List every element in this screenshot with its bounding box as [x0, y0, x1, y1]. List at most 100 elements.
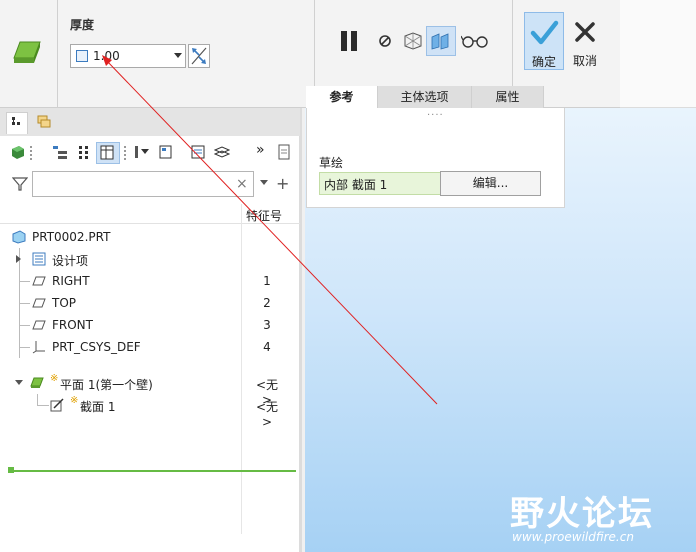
- tree-item-label: RIGHT: [52, 274, 90, 288]
- tree-item-label: FRONT: [52, 318, 93, 332]
- no-preview-button[interactable]: [370, 26, 400, 56]
- tree-item-label: 设计项: [52, 254, 89, 268]
- clear-icon[interactable]: ×: [236, 176, 248, 192]
- tree-item-right[interactable]: RIGHT 1: [0, 270, 300, 292]
- part-icon[interactable]: [10, 144, 26, 160]
- tree-item-front[interactable]: FRONT 3: [0, 314, 300, 336]
- sketch-icon: [50, 398, 64, 412]
- tree-item-label: 平面 1(第一个壁): [60, 378, 153, 392]
- tree-item-flat-wall[interactable]: ※ 平面 1(第一个壁) <无>: [0, 372, 300, 407]
- checkmark-icon: [530, 20, 559, 45]
- dashboard-tabs: 参考 主体选项 属性: [306, 86, 544, 108]
- feature-number: 1: [263, 274, 271, 288]
- close-icon: [575, 22, 595, 42]
- tab-body-options[interactable]: 主体选项: [378, 86, 472, 108]
- chevron-down-icon[interactable]: [174, 53, 182, 58]
- mesh-preview-icon: [404, 32, 422, 50]
- feature-preview-icon: [431, 33, 449, 50]
- tree-item-top[interactable]: TOP 2: [0, 292, 300, 314]
- list-icon: [32, 252, 46, 266]
- chevron-down-icon[interactable]: [260, 180, 268, 185]
- tree-item-csys[interactable]: PRT_CSYS_DEF 4: [0, 336, 300, 358]
- feature-number: 4: [263, 340, 271, 354]
- feature-number: 3: [263, 318, 271, 332]
- thickness-value: 1.00: [93, 49, 120, 63]
- layers-icon: [37, 115, 51, 128]
- new-feature-marker: ※: [50, 373, 59, 384]
- settings-list-icon[interactable]: [158, 144, 174, 160]
- pause-icon: [351, 31, 357, 51]
- verify-button[interactable]: [460, 26, 490, 56]
- ribbon-separator: [314, 0, 315, 86]
- collapse-icon[interactable]: [15, 380, 23, 385]
- feature-number: <无>: [255, 400, 279, 429]
- flat-wall-icon: [30, 377, 44, 388]
- sketch-collector[interactable]: 内部 截面 1: [319, 172, 441, 195]
- flip-thickness-button[interactable]: [188, 44, 210, 68]
- tab-references[interactable]: 参考: [306, 86, 378, 108]
- tree-item-label: PRT_CSYS_DEF: [52, 340, 141, 354]
- pause-button[interactable]: [334, 26, 364, 56]
- table-icon: [100, 145, 114, 160]
- layer-stack-icon[interactable]: [214, 144, 230, 160]
- tree-line: [20, 303, 30, 304]
- tree-toolbar: »: [0, 140, 300, 166]
- geometry-preview-button[interactable]: [398, 26, 428, 56]
- glasses-icon: [461, 35, 488, 48]
- tab-model-tree[interactable]: [6, 112, 28, 134]
- tab-layer-tree[interactable]: [34, 112, 56, 134]
- watermark-logo: 野火论坛: [510, 494, 654, 534]
- tree-item-section[interactable]: ※ 截面 1 <无>: [0, 394, 300, 429]
- document-icon[interactable]: [276, 144, 292, 160]
- ok-label: 确定: [531, 55, 556, 69]
- flat-wall-icon: [13, 41, 41, 63]
- tree-search-input[interactable]: [32, 171, 254, 197]
- more-tools-icon[interactable]: »: [256, 142, 265, 158]
- sketch-label: 草绘: [319, 156, 344, 170]
- datum-plane-icon: [32, 298, 46, 308]
- datum-plane-icon: [32, 320, 46, 330]
- feature-number-header[interactable]: 特征号: [246, 207, 282, 224]
- coordinate-system-icon: [32, 341, 45, 354]
- tree-item-design-items[interactable]: 设计项: [0, 248, 300, 270]
- thickness-input[interactable]: 1.00: [70, 44, 186, 68]
- ok-button[interactable]: 确定: [524, 12, 564, 70]
- references-panel: ···· 草绘 内部 截面 1 编辑...: [306, 108, 565, 208]
- show-filter-icon[interactable]: [134, 144, 150, 160]
- tree-columns-button[interactable]: [96, 142, 120, 164]
- panel-grip[interactable]: ····: [427, 110, 444, 121]
- insert-here-marker[interactable]: [10, 470, 296, 472]
- thickness-side-icon: [76, 50, 88, 62]
- thickness-label: 厚度: [70, 18, 95, 32]
- tab-properties[interactable]: 属性: [472, 86, 544, 108]
- tree-filter-icon[interactable]: [52, 144, 68, 160]
- tree-column-header: 特征号: [0, 204, 300, 224]
- expand-icon[interactable]: [16, 255, 21, 263]
- tree-item-label: TOP: [52, 296, 77, 310]
- cancel-button[interactable]: 取消: [566, 12, 604, 70]
- feature-number: 2: [263, 296, 271, 310]
- cancel-label: 取消: [572, 54, 597, 68]
- pause-icon: [341, 31, 347, 51]
- tree-item-label: 截面 1: [80, 400, 116, 414]
- insert-here-handle[interactable]: [8, 467, 14, 473]
- toolbar-separator: [30, 146, 32, 160]
- model-tree-panel: » × + 特征号 PRT0002.PRT 设计项 RIGHT 1 TOP 2: [0, 108, 302, 552]
- tree-root[interactable]: PRT0002.PRT: [0, 226, 300, 248]
- column-dots-icon[interactable]: [76, 144, 92, 160]
- model-tree-icon: [12, 117, 20, 125]
- tree-root-label: PRT0002.PRT: [32, 230, 111, 244]
- add-icon[interactable]: +: [276, 174, 289, 193]
- tree-line: [20, 325, 30, 326]
- funnel-icon[interactable]: [12, 176, 28, 192]
- tree-line: [37, 405, 49, 406]
- list-view-icon[interactable]: [190, 144, 206, 160]
- toolbar-separator: [124, 146, 126, 160]
- datum-plane-icon: [32, 276, 46, 286]
- feature-preview-button[interactable]: [426, 26, 456, 56]
- edit-button[interactable]: 编辑...: [440, 171, 541, 196]
- no-preview-icon: [379, 35, 391, 47]
- new-feature-marker: ※: [70, 395, 79, 406]
- ribbon-empty-area: [620, 0, 696, 108]
- navigator-tabs: [0, 108, 300, 136]
